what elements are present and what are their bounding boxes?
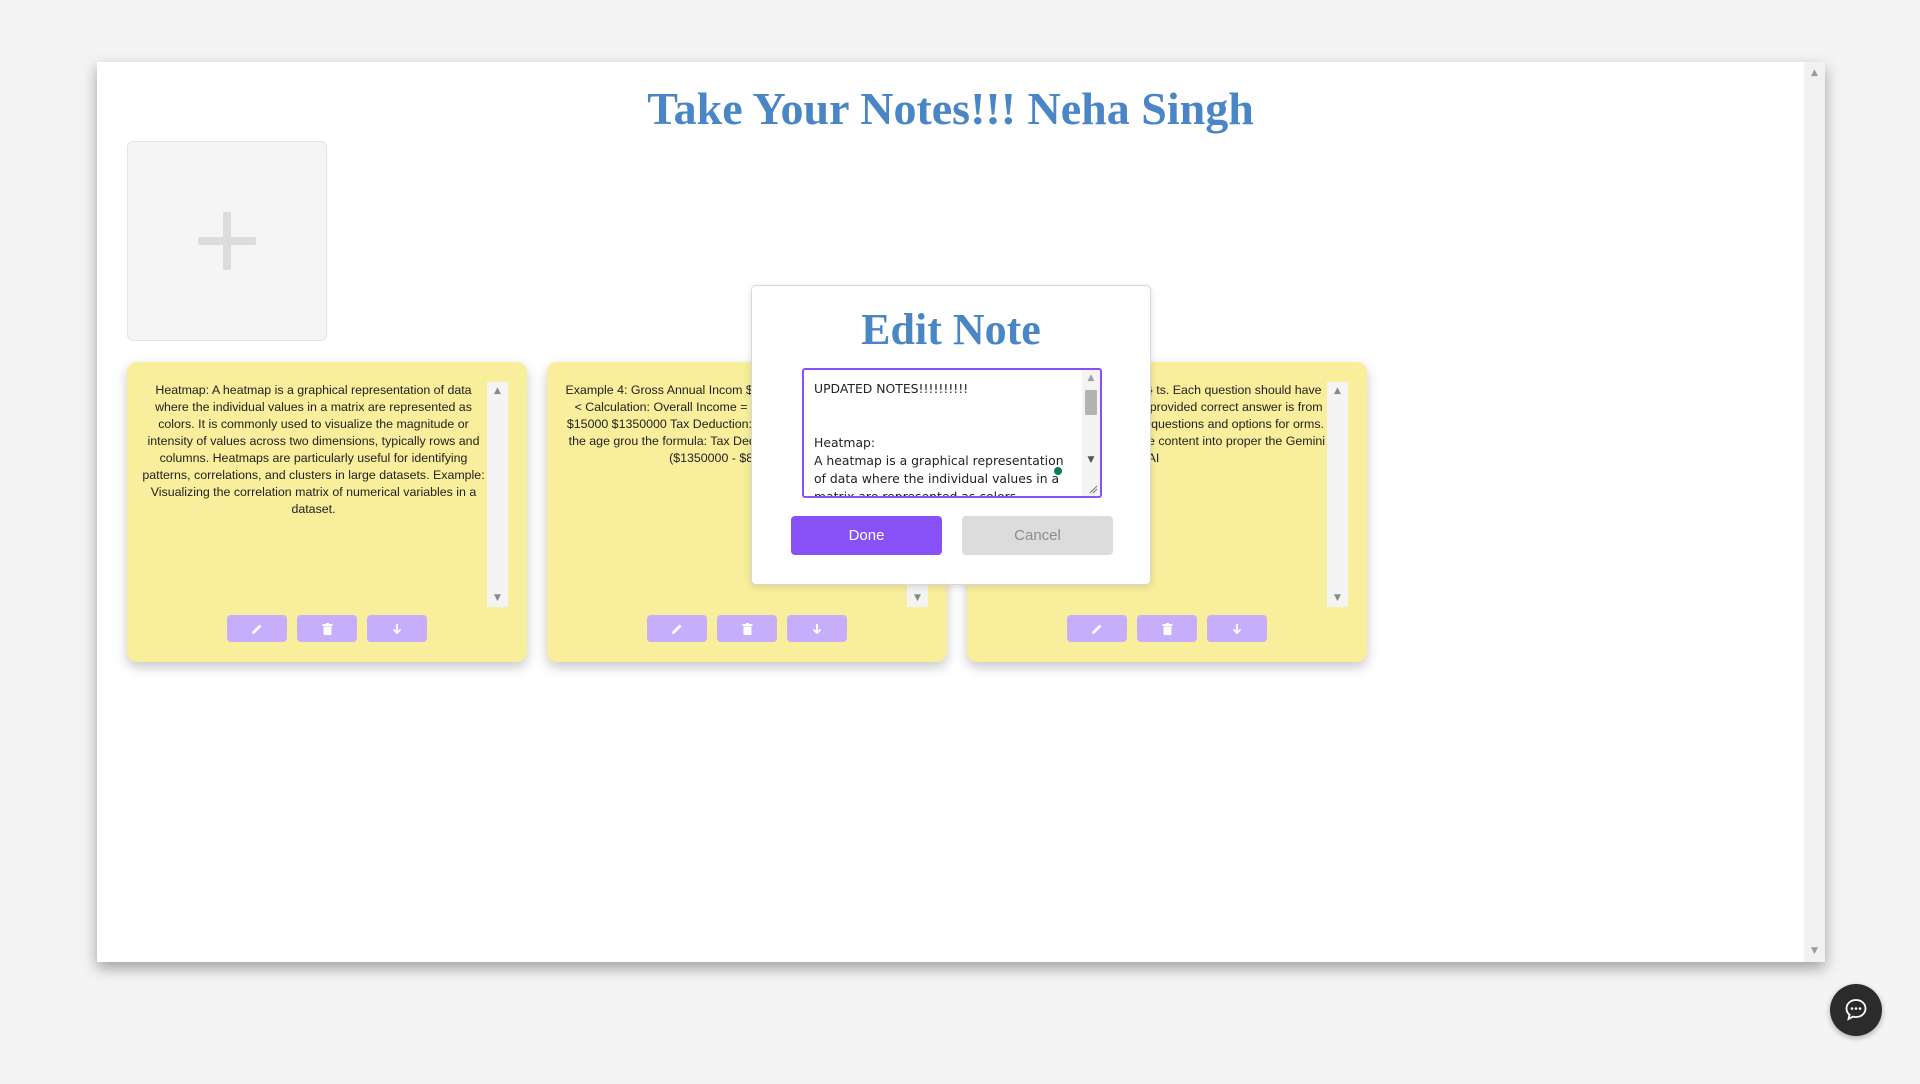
scroll-thumb[interactable] [1085, 390, 1097, 415]
edit-note-button[interactable] [1067, 615, 1127, 642]
textarea-scrollbar[interactable]: ▲ ▼ [1082, 370, 1100, 496]
app-frame: Take Your Notes!!! Neha Singh Heatmap: A… [97, 62, 1825, 962]
trash-icon [322, 622, 332, 635]
scroll-up-icon[interactable]: ▲ [1082, 372, 1100, 384]
scroll-up-icon[interactable]: ▲ [1804, 66, 1825, 80]
pencil-icon [252, 624, 262, 634]
note-scrollbar[interactable]: ▲ ▼ [487, 382, 508, 607]
note-actions [547, 615, 947, 642]
page-scrollbar[interactable]: ▲ ▼ [1804, 62, 1825, 962]
note-scrollbar[interactable]: ▲ ▼ [1327, 382, 1348, 607]
scroll-up-icon[interactable]: ▲ [1327, 385, 1348, 397]
textarea-value[interactable]: UPDATED NOTES!!!!!!!!!! Heatmap: A heatm… [814, 380, 1076, 496]
download-note-button[interactable] [1207, 615, 1267, 642]
scroll-down-icon[interactable]: ▼ [1804, 944, 1825, 958]
trash-icon [742, 622, 752, 635]
edit-note-button[interactable] [227, 615, 287, 642]
scroll-down-icon[interactable]: ▼ [1082, 454, 1100, 466]
arrow-down-icon [1232, 623, 1242, 634]
download-note-button[interactable] [787, 615, 847, 642]
modal-title: Edit Note [861, 305, 1041, 354]
plus-icon [198, 212, 256, 270]
trash-icon [1162, 622, 1172, 635]
delete-note-button[interactable] [1137, 615, 1197, 642]
note-card: Heatmap: A heatmap is a graphical repres… [127, 362, 527, 662]
note-actions [967, 615, 1367, 642]
scroll-down-icon[interactable]: ▼ [907, 592, 928, 604]
delete-note-button[interactable] [717, 615, 777, 642]
add-note-button[interactable] [127, 141, 327, 341]
scroll-up-icon[interactable]: ▲ [487, 385, 508, 397]
delete-note-button[interactable] [297, 615, 357, 642]
chat-bubble-icon [1845, 999, 1867, 1021]
scroll-down-icon[interactable]: ▼ [1327, 592, 1348, 604]
edit-note-modal: Edit Note UPDATED NOTES!!!!!!!!!! Heatma… [751, 285, 1151, 585]
arrow-down-icon [392, 623, 402, 634]
note-text: Heatmap: A heatmap is a graphical repres… [142, 383, 485, 516]
pencil-icon [672, 624, 682, 634]
scroll-down-icon[interactable]: ▼ [487, 592, 508, 604]
page-title: Take Your Notes!!! Neha Singh [647, 83, 1254, 134]
chat-button[interactable] [1830, 984, 1882, 1036]
cancel-button[interactable]: Cancel [962, 516, 1113, 555]
done-button[interactable]: Done [791, 516, 942, 555]
pencil-icon [1092, 624, 1102, 634]
cursor-indicator [1054, 467, 1062, 475]
download-note-button[interactable] [367, 615, 427, 642]
note-actions [127, 615, 527, 642]
edit-note-button[interactable] [647, 615, 707, 642]
resize-handle-icon[interactable] [1088, 484, 1098, 494]
note-textarea[interactable]: UPDATED NOTES!!!!!!!!!! Heatmap: A heatm… [802, 368, 1102, 498]
arrow-down-icon [812, 623, 822, 634]
